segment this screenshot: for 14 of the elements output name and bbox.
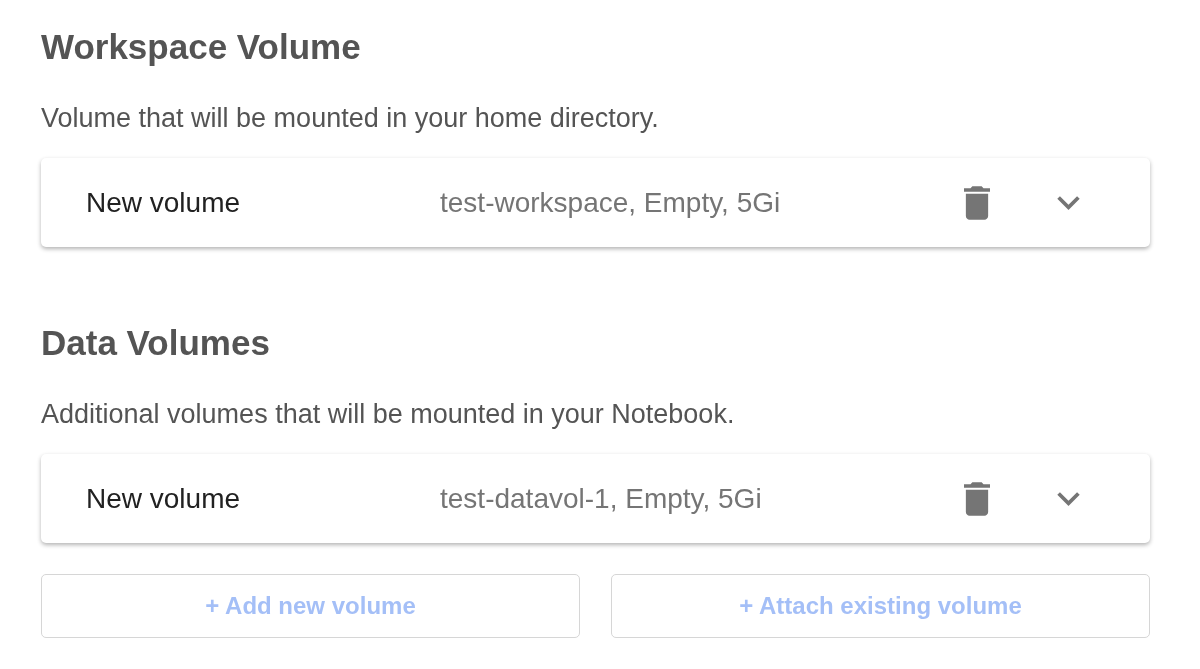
chevron-icon — [1057, 491, 1080, 506]
volume-name: New volume — [86, 481, 242, 516]
section-heading: Data Volumes — [41, 322, 271, 364]
action-button[interactable]: + Add new volume — [41, 574, 580, 638]
volume-summary: test-workspace, Empty, 5Gi — [440, 185, 782, 220]
trash-icon — [964, 481, 990, 516]
section-description: Additional volumes that will be mounted in your Notebook. — [41, 398, 736, 431]
volume-name: New volume — [86, 185, 242, 220]
volume-summary: test-datavol-1, Empty, 5Gi — [440, 481, 763, 516]
chevron-icon — [1057, 195, 1080, 210]
section-description: Volume that will be mounted in your home directory. — [41, 102, 660, 135]
action-button[interactable]: + Attach existing volume — [611, 574, 1150, 638]
section-heading: Workspace Volume — [41, 26, 362, 68]
trash-icon — [964, 185, 990, 220]
